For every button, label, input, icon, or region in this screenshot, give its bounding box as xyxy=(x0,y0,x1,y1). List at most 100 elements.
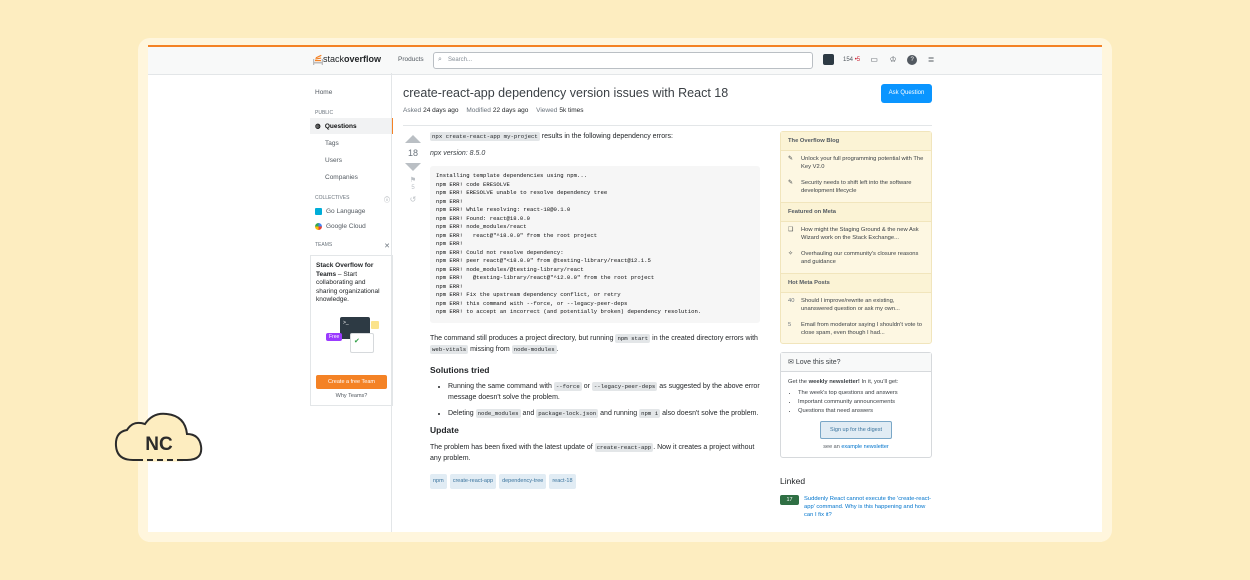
asked-value: 24 days ago xyxy=(423,107,459,114)
solution-item-2: Deleting node_modules and package-lock.j… xyxy=(448,408,760,419)
update-text-a: The problem has been fixed with the late… xyxy=(430,443,595,451)
help-icon[interactable]: ? xyxy=(907,54,918,65)
newsletter-body: Get the weekly newsletter! In it, you'll… xyxy=(781,372,931,457)
nav-home[interactable]: Home xyxy=(310,86,393,99)
logo-icon xyxy=(313,54,323,65)
linked-votes: 17 xyxy=(780,495,799,505)
teams-promo: Stack Overflow for Teams – Start collabo… xyxy=(310,255,393,406)
logo-text-prefix: stack xyxy=(323,54,345,64)
example-newsletter-link[interactable]: example newsletter xyxy=(841,444,888,450)
upvote-icon[interactable] xyxy=(405,135,421,143)
why-teams-link[interactable]: Why Teams? xyxy=(316,393,387,399)
top-icons: 154 •5 ▭ ♔ ? ≣ xyxy=(823,54,936,65)
check-icon: ✔ xyxy=(354,337,360,345)
products-menu[interactable]: Products xyxy=(398,56,424,63)
teams-illustration: >_ ✔ Free xyxy=(316,311,387,371)
tag-dependency-tree[interactable]: dependency-tree xyxy=(499,473,547,489)
info-icon[interactable]: ⓘ xyxy=(384,195,390,204)
nav-questions-label: Questions xyxy=(324,123,357,130)
linked-heading: Linked xyxy=(780,476,806,486)
pencil-icon: ✎ xyxy=(788,156,794,162)
p2-code-1: npm start xyxy=(615,333,651,343)
linked-item-text: Suddenly React cannot execute the 'creat… xyxy=(804,496,932,518)
tag-react-18[interactable]: react-18 xyxy=(549,473,576,489)
teams-promo-text: Stack Overflow for Teams – Start collabo… xyxy=(316,262,387,305)
vote-column: 18 ⚑ 5 ↺ xyxy=(403,135,423,204)
section-teams: TEAMS ✕ xyxy=(310,242,393,250)
meta-item-1[interactable]: ❑ How might the Staging Ground & the new … xyxy=(781,222,931,246)
ask-question-button[interactable]: Ask Question xyxy=(881,84,932,103)
solutions-heading: Solutions tried xyxy=(430,364,490,375)
newsletter-item: Questions that need answers xyxy=(798,407,924,415)
screen-bottom-mask xyxy=(148,532,1102,542)
tag-npm[interactable]: npm xyxy=(430,473,447,489)
modified-label: Modified xyxy=(466,107,491,114)
meta-heading: Featured on Meta xyxy=(781,203,931,222)
li1-code-1: --force xyxy=(553,381,582,391)
blog-item-2[interactable]: ✎ Security needs to shift left into the s… xyxy=(781,175,931,203)
site-switcher-icon[interactable]: ≣ xyxy=(926,55,936,65)
trophy-icon[interactable]: ♔ xyxy=(888,55,898,65)
collective-gcloud[interactable]: Google Cloud xyxy=(310,219,393,234)
right-sidebar: The Overflow Blog ✎ Unlock your full prog… xyxy=(780,131,932,519)
collective-go[interactable]: Go Language xyxy=(310,204,393,219)
bookmark-icon[interactable]: ⚑ xyxy=(403,176,423,184)
linked-item-1[interactable]: 17 Suddenly React cannot execute the 'cre… xyxy=(780,495,932,519)
modified-value: 22 days ago xyxy=(492,107,529,114)
hot-item-2-text: Email from moderator saying I shouldn't … xyxy=(801,322,922,336)
nl-text-a: Get the xyxy=(788,379,809,385)
meta-item-1-text: How might the Staging Ground & the new A… xyxy=(801,227,919,241)
collective-gcloud-label: Google Cloud xyxy=(326,223,366,230)
nl-text-b: weekly newsletter! xyxy=(808,379,860,385)
meta-item-2-text: Overhauling our community's closure reas… xyxy=(801,251,919,265)
blog-item-1-text: Unlock your full programming potential w… xyxy=(801,156,924,170)
intro-paragraph: npx create-react-app my-project results … xyxy=(430,131,760,142)
asked-label: Asked xyxy=(403,107,422,114)
mail-icon: ✉ xyxy=(788,359,794,366)
hot-item-2[interactable]: 5 Email from moderator saying I shouldn't… xyxy=(781,317,931,343)
digest-signup-button[interactable]: Sign up for the digest xyxy=(820,421,892,439)
hot-meta-heading: Hot Meta Posts xyxy=(781,274,931,293)
question-meta: Asked 24 days ago Modified 22 days ago Vie… xyxy=(403,107,590,114)
search-input[interactable]: ⌕ Search... xyxy=(433,52,813,69)
rep-badge-count: 5 xyxy=(856,56,861,63)
update-code: create-react-app xyxy=(594,442,654,452)
blog-item-1[interactable]: ✎ Unlock your full programming potential … xyxy=(781,151,931,175)
question-title[interactable]: create-react-app dependency version issu… xyxy=(403,86,728,100)
stackoverflow-logo[interactable]: stack overflow xyxy=(313,53,381,65)
user-avatar[interactable] xyxy=(823,54,834,65)
p2-text-c: missing from xyxy=(468,345,512,353)
nl-text-c: In it, you'll get: xyxy=(859,379,899,385)
downvote-icon[interactable] xyxy=(405,163,421,171)
title-divider xyxy=(403,125,932,126)
nav-questions[interactable]: ◍ Questions xyxy=(310,118,393,134)
inbox-icon[interactable]: ▭ xyxy=(869,55,879,65)
history-icon[interactable]: ↺ xyxy=(403,195,423,204)
nav-tags[interactable]: Tags xyxy=(310,136,393,151)
vote-count: 18 xyxy=(407,148,418,158)
hot-item-1-count: 40 xyxy=(788,298,795,304)
error-code-block: Installing template dependencies using n… xyxy=(430,166,760,323)
p2-text-a: The command still produces a project dir… xyxy=(430,334,616,342)
li2-code-1: node_modules xyxy=(475,408,521,418)
meta-item-2[interactable]: ✧ Overhauling our community's closure rea… xyxy=(781,246,931,274)
search-icon: ⌕ xyxy=(438,56,442,63)
p2-text-d: . xyxy=(556,345,559,353)
nav-users[interactable]: Users xyxy=(310,153,393,168)
section-public: PUBLIC xyxy=(315,110,334,116)
nav-companies[interactable]: Companies xyxy=(310,170,393,185)
p2-text-b: in the created directory errors with xyxy=(650,334,758,342)
npx-version: npx version: 8.5.0 xyxy=(430,150,486,157)
li1-code-2: --legacy-peer-deps xyxy=(591,381,658,391)
viewed-value: 5k times xyxy=(559,107,584,114)
li1-text-b: or xyxy=(581,382,592,390)
close-icon[interactable]: ✕ xyxy=(384,242,390,250)
newsletter-heading-text: Love this site? xyxy=(795,359,841,366)
teams-label: TEAMS xyxy=(315,242,333,248)
section-collectives: COLLECTIVES ⓘ xyxy=(310,195,393,204)
hot-item-1[interactable]: 40 Should I improve/rewrite an existing, … xyxy=(781,293,931,317)
create-team-button[interactable]: Create a free Team xyxy=(316,374,387,389)
stack-icon: ✧ xyxy=(788,251,794,257)
collectives-label: COLLECTIVES xyxy=(315,195,350,201)
tag-create-react-app[interactable]: create-react-app xyxy=(449,473,497,489)
